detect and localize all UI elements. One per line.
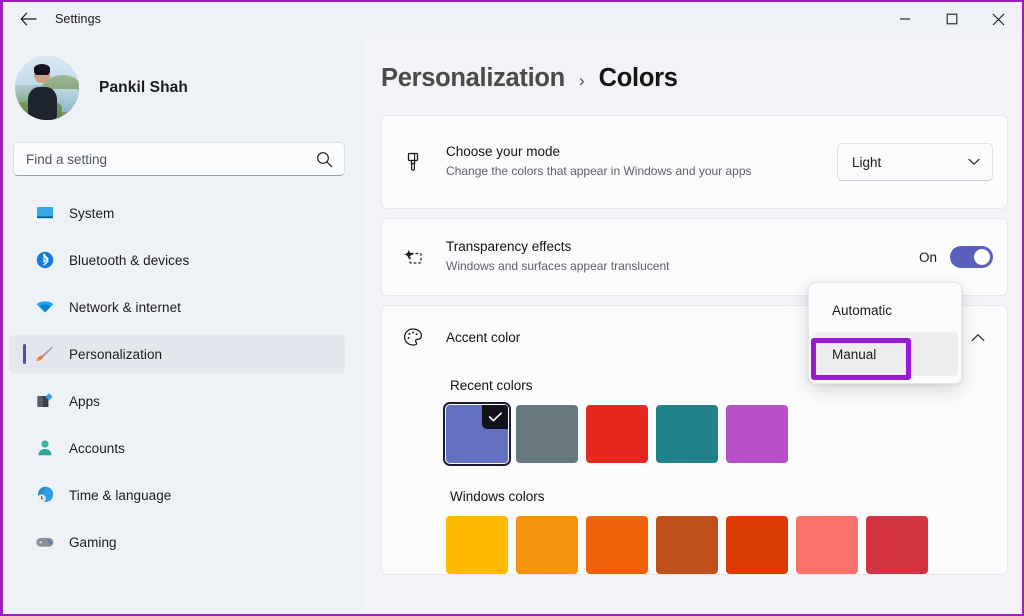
recent-colors-row [443,402,989,466]
user-profile[interactable]: Pankil Shah [3,36,363,120]
recent-color-swatch[interactable] [443,402,511,466]
choose-mode-dropdown[interactable]: Light [837,143,993,181]
transparency-toggle[interactable] [950,246,993,268]
selected-check-icon [482,405,508,429]
sidebar-item-label: Personalization [69,346,163,362]
windows-colors-label: Windows colors [450,489,545,504]
system-monitor-icon [35,203,55,223]
mode-dropdown-menu: Automatic Manual [808,282,962,384]
transparency-title: Transparency effects [446,239,572,255]
close-button[interactable] [975,2,1022,36]
sidebar-item-gaming[interactable]: Gaming [9,523,345,561]
windows-color-swatch[interactable] [446,516,508,574]
clock-globe-icon [35,485,55,505]
maximize-button[interactable] [928,2,975,36]
paintbrush-icon [400,151,426,173]
sidebar-item-bluetooth-devices[interactable]: Bluetooth & devices [9,241,345,279]
sidebar-item-label: Bluetooth & devices [69,252,190,268]
wifi-icon [35,297,55,317]
sidebar-item-time-language[interactable]: Time & language [9,476,345,514]
apps-icon [35,391,55,411]
menu-item-automatic[interactable]: Automatic [812,288,958,332]
settings-window: Settings Pankil Shah Find a setting Syst… [0,0,1024,616]
transparency-toggle-state: On [918,249,937,265]
toggle-knob [974,249,990,265]
breadcrumb-parent[interactable]: Personalization [381,64,565,93]
choose-mode-text: Choose your mode Change the colors that … [446,143,837,181]
recent-color-swatch[interactable] [516,405,578,463]
recent-color-swatch[interactable] [656,405,718,463]
avatar [15,56,79,120]
page-title: Colors [598,64,678,92]
window-controls [881,2,1022,36]
bluetooth-icon [35,250,55,270]
sidebar-item-label: Apps [69,393,100,409]
breadcrumb: Personalization › Colors [363,36,1022,93]
title-bar: Settings [3,2,1022,36]
windows-colors-row [446,516,989,574]
sidebar: Pankil Shah System [3,36,363,614]
windows-color-swatch[interactable] [586,516,648,574]
accent-color-body: Recent colors Windows colors [382,368,1007,574]
sidebar-item-label: Gaming [69,534,117,550]
transparency-subtitle: Windows and surfaces appear translucent [446,259,670,274]
windows-color-swatch[interactable] [866,516,928,574]
menu-item-manual[interactable]: Manual [812,332,958,376]
chevron-down-icon [968,158,980,165]
minimize-icon [899,18,910,20]
sidebar-item-label: Accounts [69,440,125,456]
sidebar-item-system[interactable]: System [9,194,345,232]
transparency-toggle-wrap: On [919,246,993,268]
windows-colors-section: Windows colors [446,489,989,574]
choose-mode-subtitle: Change the colors that appear in Windows… [446,164,752,179]
transparency-sparkle-icon [400,246,426,268]
minimize-button[interactable] [881,2,928,36]
sidebar-item-accounts[interactable]: Accounts [9,429,345,467]
close-icon [992,13,1005,25]
back-arrow-icon [20,12,37,26]
paintbrush-icon [35,344,55,364]
profile-name: Pankil Shah [99,79,188,96]
recent-color-swatch[interactable] [586,405,648,463]
choose-mode-title: Choose your mode [446,144,561,160]
windows-color-swatch[interactable] [726,516,788,574]
search-box[interactable] [13,142,345,176]
sidebar-item-network-internet[interactable]: Network & internet [9,288,345,326]
windows-color-swatch[interactable] [516,516,578,574]
gamepad-icon [35,532,55,552]
color-palette-icon [400,326,426,348]
chevron-up-icon[interactable] [971,333,985,342]
recent-color-swatch[interactable] [726,405,788,463]
windows-color-swatch[interactable] [796,516,858,574]
sidebar-item-label: Time & language [69,487,172,503]
search-input[interactable] [14,143,344,175]
sidebar-item-personalization[interactable]: Personalization [9,335,345,373]
choose-mode-row: Choose your mode Change the colors that … [381,115,1008,209]
windows-color-swatch[interactable] [656,516,718,574]
sidebar-item-apps[interactable]: Apps [9,382,345,420]
transparency-text: Transparency effects Windows and surface… [446,238,919,276]
maximize-icon [946,13,957,25]
breadcrumb-separator-icon: › [578,71,585,90]
back-button[interactable] [11,4,45,34]
sidebar-item-label: Network & internet [69,299,181,315]
search-icon[interactable] [316,151,333,168]
account-person-icon [35,438,55,458]
navigation-list: System Bluetooth & devices Network & int… [3,194,363,561]
search-area [3,120,363,176]
choose-mode-dropdown-value: Light [852,154,882,170]
sidebar-item-label: System [69,205,115,221]
main-content: Personalization › Colors Choose your mod… [363,36,1022,614]
window-title: Settings [55,12,101,26]
